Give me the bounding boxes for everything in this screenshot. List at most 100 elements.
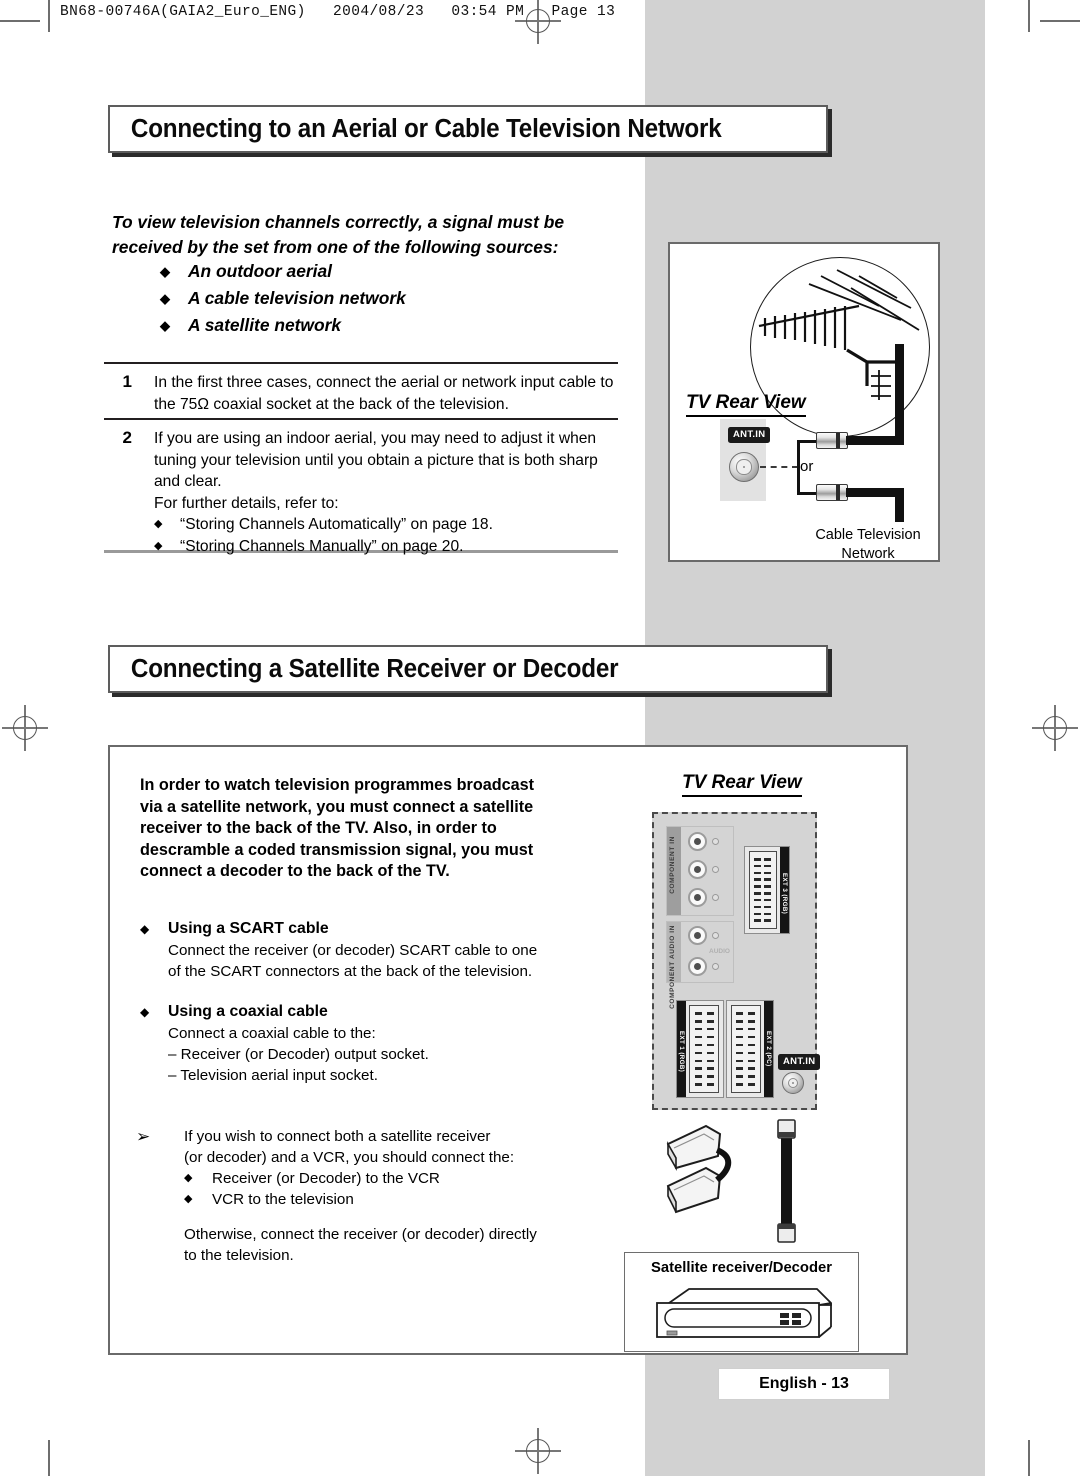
ant-in-tag: ANT.IN bbox=[728, 427, 771, 443]
note-closing-0: Otherwise, connect the receiver (or deco… bbox=[184, 1226, 537, 1243]
audio-rca-left bbox=[688, 926, 707, 945]
component-rca-pr-mini bbox=[712, 894, 719, 901]
step-2-ref-0: “Storing Channels Automatically” on page… bbox=[180, 516, 493, 533]
aerial-diagram-box: TV Rear View ANT.IN or Cable Television … bbox=[668, 242, 940, 562]
list-item: ◆ VCR to the television bbox=[184, 1189, 576, 1210]
block-scart-line-1: of the SCART connectors at the back of t… bbox=[168, 963, 533, 980]
scart-ext3: EXT 3 (RGB) bbox=[744, 846, 790, 934]
step-1-text: In the first three cases, connect the ae… bbox=[154, 374, 614, 413]
scart-ext1: EXT 1 (RGB) bbox=[676, 1000, 724, 1098]
crop-line-right-bottom bbox=[1028, 1440, 1030, 1476]
arrow-bullet-icon: ➢ bbox=[136, 1127, 151, 1146]
section-heading-satellite: Connecting a Satellite Receiver or Decod… bbox=[108, 645, 828, 693]
caption-line-2: Network bbox=[841, 546, 895, 562]
scart-ext2: EXT 2 (PC) bbox=[726, 1000, 774, 1098]
step-2-text: If you are using an indoor aerial, you m… bbox=[154, 430, 598, 490]
section-heading-satellite-text: Connecting a Satellite Receiver or Decod… bbox=[130, 654, 619, 683]
satellite-note-body: If you wish to connect both a satellite … bbox=[184, 1126, 576, 1266]
block-coaxial-title: Using a coaxial cable bbox=[168, 1003, 328, 1020]
source-label-0: An outdoor aerial bbox=[188, 261, 332, 281]
crop-line-left bbox=[48, 0, 50, 32]
scart-ext2-label: EXT 2 (PC) bbox=[765, 1031, 772, 1067]
block-scart-title: Using a SCART cable bbox=[168, 920, 329, 937]
cable-network-vertical bbox=[895, 488, 904, 522]
list-item: ◆ A satellite network bbox=[160, 312, 630, 339]
print-slug: BN68-00746A(GAIA2_Euro_ENG) 2004/08/23 0… bbox=[60, 4, 616, 20]
diamond-bullet-icon: ◆ bbox=[160, 318, 170, 333]
step-1-number: 1 bbox=[122, 372, 132, 391]
block-coaxial-line-0: Connect a coaxial cable to the: bbox=[168, 1025, 376, 1042]
block-scart: ◆ Using a SCART cable Connect the receive… bbox=[140, 918, 560, 982]
scart-ext1-label: EXT 1 (RGB) bbox=[678, 1031, 685, 1073]
registration-mark-left bbox=[2, 705, 48, 751]
crop-line-left-bottom bbox=[48, 1440, 50, 1476]
manual-page: BN68-00746A(GAIA2_Euro_ENG) 2004/08/23 0… bbox=[0, 0, 1080, 1476]
diamond-bullet-icon: ◆ bbox=[160, 264, 170, 279]
satellite-receiver-icon bbox=[656, 1288, 832, 1338]
registration-mark-bottom bbox=[515, 1428, 561, 1474]
tv-rear-panel: COMPONENT IN COMPONENT AUDIO IN AUDIO EX… bbox=[652, 812, 821, 1110]
section-heading-aerial-text: Connecting to an Aerial or Cable Televis… bbox=[130, 114, 722, 143]
diamond-bullet-icon: ◆ bbox=[154, 539, 163, 552]
diamond-bullet-icon: ◆ bbox=[184, 1193, 193, 1205]
block-coaxial-dash-0: – Receiver (or Decoder) output socket. bbox=[168, 1046, 429, 1063]
list-item: ◆ “Storing Channels Automatically” on pag… bbox=[154, 514, 616, 536]
audio-rca-right-mini bbox=[712, 963, 719, 970]
coax-plug-lower bbox=[816, 484, 848, 501]
note-closing-1: to the television. bbox=[184, 1247, 294, 1264]
note-line-1: (or decoder) and a VCR, you should conne… bbox=[184, 1149, 515, 1166]
list-item: ◆ A cable television network bbox=[160, 285, 630, 312]
page-footer-text: English - 13 bbox=[759, 1375, 849, 1392]
section-heading-aerial: Connecting to an Aerial or Cable Televis… bbox=[108, 105, 828, 153]
branch-lower bbox=[797, 492, 817, 495]
scart-ext3-label: EXT 3 (RGB) bbox=[781, 873, 788, 915]
diamond-bullet-icon: ◆ bbox=[184, 1172, 193, 1184]
coax-plug-upper bbox=[816, 432, 848, 449]
page-footer: English - 13 bbox=[718, 1368, 890, 1400]
or-label: or bbox=[800, 458, 814, 475]
block-scart-line-0: Connect the receiver (or decoder) SCART … bbox=[168, 942, 538, 959]
scart-cable-illustration bbox=[666, 1124, 732, 1214]
satellite-receiver-caption: Satellite receiver/Decoder bbox=[651, 1260, 832, 1276]
source-label-1: A cable television network bbox=[188, 288, 406, 308]
step-2-text2: For further details, refer to: bbox=[154, 494, 339, 512]
satellite-note: ➢ If you wish to connect both a satellit… bbox=[136, 1126, 576, 1266]
coax-socket bbox=[729, 452, 759, 482]
note-bullet-0: Receiver (or Decoder) to the VCR bbox=[212, 1170, 440, 1187]
diamond-bullet-icon: ◆ bbox=[160, 291, 170, 306]
note-bullet-1: VCR to the television bbox=[212, 1191, 354, 1208]
divider-mid bbox=[104, 418, 618, 420]
step-2-ref-1: “Storing Channels Manually” on page 20. bbox=[180, 537, 464, 555]
divider-top bbox=[104, 362, 618, 364]
block-coaxial: ◆ Using a coaxial cable Connect a coaxial… bbox=[140, 1001, 560, 1086]
connection-dash-line bbox=[760, 466, 798, 468]
diamond-bullet-icon: ◆ bbox=[140, 922, 150, 936]
aerial-cable-vertical bbox=[895, 344, 904, 440]
aerial-source-list: ◆ An outdoor aerial ◆ A cable television n… bbox=[160, 258, 630, 339]
list-item: ◆ “Storing Channels Manually” on page 20. bbox=[154, 536, 616, 558]
component-rca-y bbox=[688, 832, 707, 851]
note-line-0: If you wish to connect both a satellite … bbox=[184, 1128, 491, 1145]
list-item: ◆ An outdoor aerial bbox=[160, 258, 630, 285]
step-2-number: 2 bbox=[122, 428, 132, 447]
satellite-receiver-frame: Satellite receiver/Decoder bbox=[624, 1252, 859, 1352]
panel-ant-in-tag: ANT.IN bbox=[778, 1054, 821, 1070]
audio-rca-right bbox=[688, 957, 707, 976]
component-rca-y-mini bbox=[712, 838, 719, 845]
block-coaxial-dash-1: – Television aerial input socket. bbox=[168, 1067, 378, 1084]
crop-line-top bbox=[0, 20, 40, 22]
component-rca-pb bbox=[688, 860, 707, 879]
audio-rca-left-mini bbox=[712, 932, 719, 939]
coaxial-cable-illustration bbox=[777, 1119, 796, 1243]
diamond-bullet-icon: ◆ bbox=[140, 1005, 150, 1019]
satellite-intro-paragraph: In order to watch television programmes … bbox=[140, 776, 534, 880]
crop-line-top-right bbox=[1040, 20, 1080, 22]
cable-network-caption: Cable Television Network bbox=[800, 526, 936, 564]
source-label-2: A satellite network bbox=[188, 315, 342, 335]
component-rca-pr bbox=[688, 888, 707, 907]
component-rca-pb-mini bbox=[712, 866, 719, 873]
tv-rear-view-label-1: TV Rear View bbox=[686, 392, 806, 417]
caption-line-1: Cable Television bbox=[815, 527, 921, 543]
step-2: 2 If you are using an indoor aerial, you… bbox=[104, 428, 616, 557]
component-in-label: COMPONENT IN bbox=[669, 836, 676, 894]
